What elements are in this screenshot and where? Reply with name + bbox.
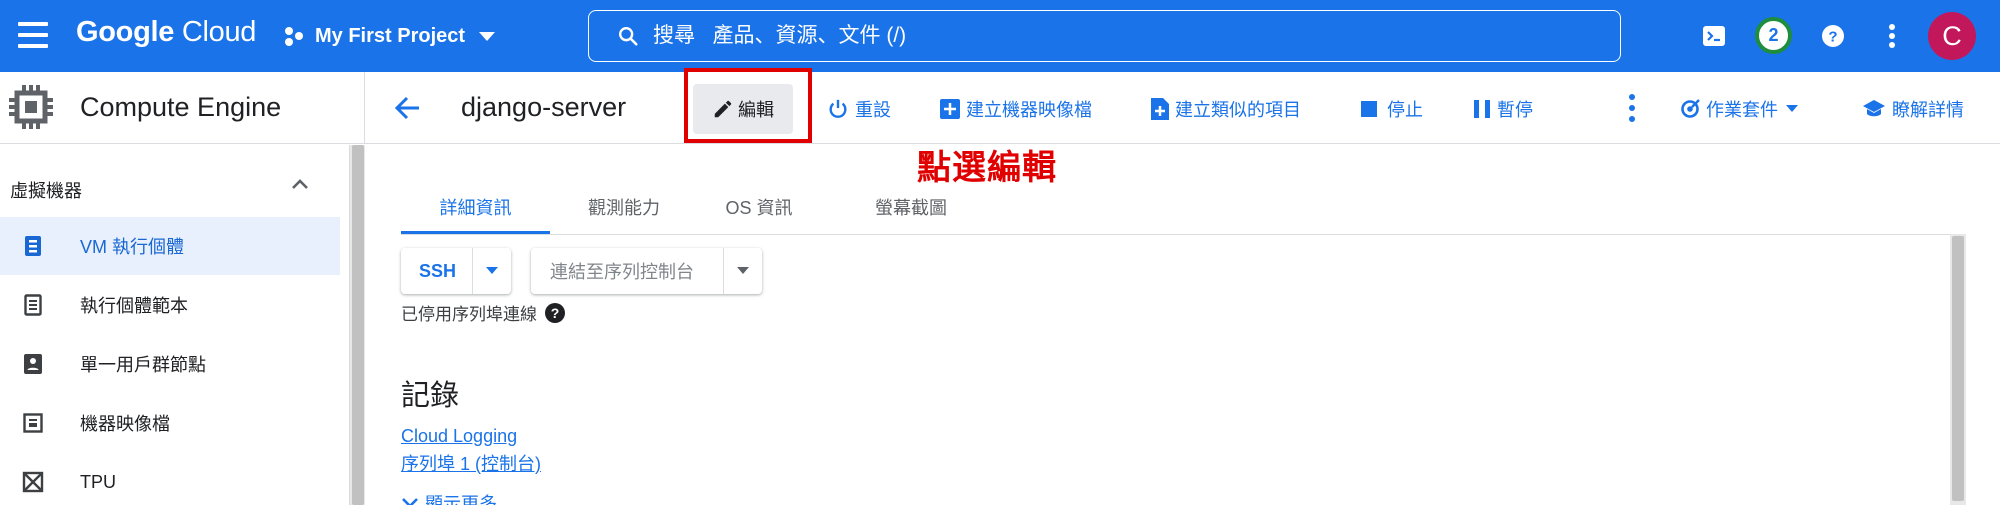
logs-heading: 記錄 bbox=[401, 380, 460, 412]
learn-more-button[interactable]: 瞭解詳情 bbox=[1862, 96, 1964, 122]
more-actions-icon[interactable] bbox=[1628, 94, 1636, 122]
main-menu-icon[interactable] bbox=[18, 22, 48, 48]
create-machine-image-button[interactable]: 建立機器映像檔 bbox=[940, 96, 1092, 122]
serial-console-split-button: 連結至序列控制台 bbox=[531, 248, 762, 294]
search-bar[interactable] bbox=[588, 10, 1621, 62]
cloud-logging-link[interactable]: Cloud Logging bbox=[401, 426, 517, 447]
power-icon bbox=[829, 99, 847, 118]
help-icon[interactable]: ? bbox=[1817, 20, 1849, 52]
serial-console-button[interactable]: 連結至序列控制台 bbox=[531, 248, 723, 294]
add-box-icon bbox=[940, 99, 960, 119]
sidebar-item-sole-tenant-nodes[interactable]: 單一用戶群節點 bbox=[0, 335, 340, 393]
project-picker[interactable]: My First Project bbox=[283, 20, 496, 52]
product-title: Compute Engine bbox=[80, 92, 282, 122]
svg-text:?: ? bbox=[1828, 29, 1837, 46]
tab-screenshot[interactable]: 螢幕截圖 bbox=[851, 190, 971, 234]
instruction-annotation: 點選編輯 bbox=[917, 149, 1057, 187]
google-cloud-logo[interactable]: Google Cloud bbox=[76, 16, 256, 49]
chevron-up-icon[interactable] bbox=[290, 177, 310, 191]
create-similar-button[interactable]: 建立類似的項目 bbox=[1149, 96, 1301, 122]
sidebar-nav: 虛擬機器 VM 執行個體 執行個體範本 單一用戶群節點 機器映像檔 TPU bbox=[0, 145, 349, 505]
reset-button[interactable]: 重設 bbox=[827, 96, 891, 122]
sidebar-item-vm-instances[interactable]: VM 執行個體 bbox=[0, 217, 340, 275]
account-avatar[interactable]: C bbox=[1928, 12, 1976, 60]
vm-instance-icon bbox=[25, 236, 41, 256]
sidebar-item-machine-images[interactable]: 機器映像檔 bbox=[0, 394, 340, 452]
caret-down-icon bbox=[479, 31, 496, 41]
pencil-icon bbox=[714, 100, 732, 118]
cloud-shell-icon[interactable] bbox=[1698, 20, 1730, 52]
main-scroll-thumb[interactable] bbox=[1952, 236, 1964, 501]
serial-port-link[interactable]: 序列埠 1 (控制台) bbox=[401, 450, 541, 476]
ssh-split-button: SSH bbox=[401, 248, 511, 294]
operations-suite-button[interactable]: 作業套件 bbox=[1680, 96, 1798, 122]
tab-details[interactable]: 詳細資訊 bbox=[401, 190, 550, 234]
caret-down-icon bbox=[486, 267, 499, 274]
back-arrow-icon[interactable] bbox=[392, 92, 424, 124]
more-options-icon[interactable] bbox=[1876, 20, 1908, 52]
sidebar-section-title: 虛擬機器 bbox=[10, 181, 82, 201]
pause-icon bbox=[1474, 100, 1490, 118]
page-header: Compute Engine django-server 編輯 重設 建立機器映… bbox=[0, 72, 2000, 144]
sidebar-item-instance-templates[interactable]: 執行個體範本 bbox=[0, 276, 340, 334]
search-icon bbox=[619, 27, 638, 46]
stop-icon bbox=[1361, 101, 1377, 117]
caret-down-icon bbox=[737, 267, 749, 274]
stop-button[interactable]: 停止 bbox=[1361, 96, 1423, 122]
top-app-bar: Google Cloud My First Project 2 ? C bbox=[0, 0, 2000, 72]
tab-os-info[interactable]: OS 資訊 bbox=[704, 190, 814, 234]
edit-button[interactable]: 編輯 bbox=[693, 84, 793, 134]
search-input[interactable] bbox=[653, 24, 1553, 48]
resource-title: django-server bbox=[461, 92, 627, 122]
tabs-divider bbox=[401, 234, 1950, 235]
notifications-badge[interactable]: 2 bbox=[1755, 17, 1792, 54]
machine-image-icon bbox=[23, 413, 43, 433]
caret-down-icon bbox=[1786, 105, 1798, 112]
tpu-icon bbox=[22, 471, 44, 493]
project-icon bbox=[283, 25, 305, 47]
serial-status-text: 已停用序列埠連線 ? bbox=[401, 300, 565, 325]
ssh-dropdown[interactable] bbox=[473, 248, 511, 294]
main-scrollbar[interactable] bbox=[1950, 234, 1966, 505]
operations-suite-icon bbox=[1681, 99, 1700, 118]
project-name: My First Project bbox=[315, 24, 466, 47]
sole-tenant-node-icon bbox=[24, 354, 42, 374]
instance-template-icon bbox=[24, 294, 42, 316]
add-copy-icon bbox=[1151, 98, 1169, 120]
header-divider bbox=[364, 72, 365, 144]
sidebar-scroll-thumb[interactable] bbox=[352, 145, 364, 505]
sidebar-scrollbar[interactable] bbox=[349, 145, 365, 505]
ssh-button[interactable]: SSH bbox=[401, 248, 472, 294]
suspend-button[interactable]: 暫停 bbox=[1473, 96, 1533, 122]
tab-observability[interactable]: 觀測能力 bbox=[564, 190, 684, 234]
chevron-down-icon bbox=[402, 498, 418, 505]
school-icon bbox=[1863, 100, 1885, 117]
show-more-button[interactable]: 顯示更多 bbox=[401, 490, 497, 505]
help-circle-icon[interactable]: ? bbox=[545, 302, 565, 323]
sidebar-item-tpus[interactable]: TPU bbox=[0, 453, 340, 505]
compute-engine-icon bbox=[9, 85, 53, 129]
serial-console-dropdown[interactable] bbox=[724, 248, 762, 294]
